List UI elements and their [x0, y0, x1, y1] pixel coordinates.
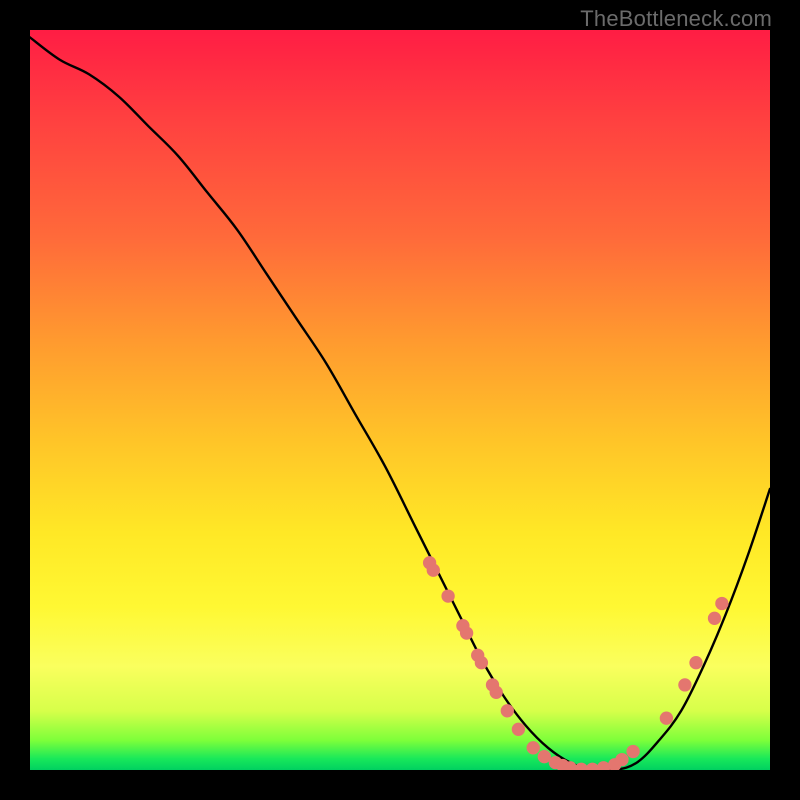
chart-svg [30, 30, 770, 770]
highlight-point [660, 712, 673, 725]
attribution-label: TheBottleneck.com [580, 6, 772, 32]
highlight-point [708, 612, 721, 625]
highlight-point [615, 753, 628, 766]
highlight-point [689, 656, 702, 669]
chart-plot-area [30, 30, 770, 770]
highlight-point [512, 723, 525, 736]
bottleneck-curve [30, 37, 770, 770]
highlight-points [423, 556, 729, 770]
highlight-point [460, 626, 473, 639]
highlight-point [715, 597, 728, 610]
highlight-point [626, 745, 639, 758]
highlight-point [441, 589, 454, 602]
chart-frame: TheBottleneck.com [0, 0, 800, 800]
highlight-point [427, 564, 440, 577]
highlight-point [527, 741, 540, 754]
highlight-point [501, 704, 514, 717]
highlight-point [678, 678, 691, 691]
highlight-point [475, 656, 488, 669]
highlight-point [490, 686, 503, 699]
